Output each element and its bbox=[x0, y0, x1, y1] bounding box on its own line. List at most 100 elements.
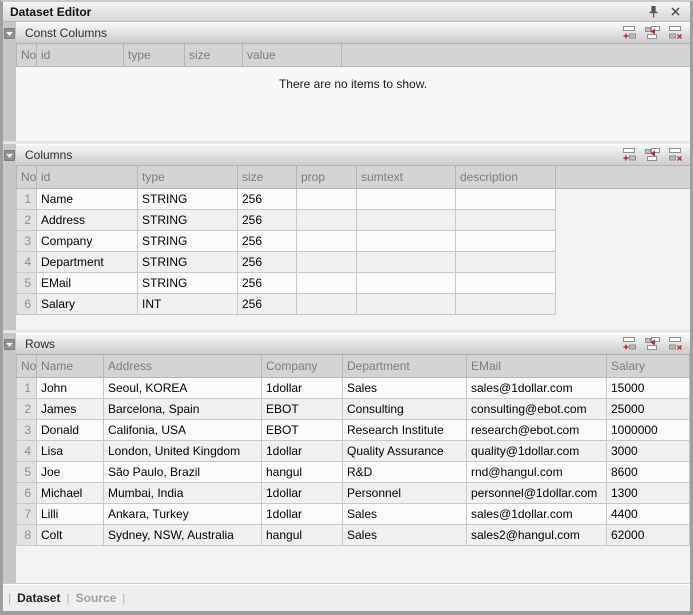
data-cell[interactable] bbox=[297, 293, 357, 314]
data-cell[interactable]: sales@1dollar.com bbox=[467, 377, 607, 398]
data-cell[interactable]: Lisa bbox=[37, 440, 104, 461]
data-cell[interactable]: STRING bbox=[138, 272, 238, 293]
data-cell[interactable]: Barcelona, Spain bbox=[104, 398, 262, 419]
data-cell[interactable]: 256 bbox=[238, 272, 297, 293]
data-cell[interactable]: Ankara, Turkey bbox=[104, 503, 262, 524]
data-cell[interactable]: Donald bbox=[37, 419, 104, 440]
pin-icon[interactable] bbox=[645, 4, 661, 19]
data-cell[interactable]: Research Institute bbox=[343, 419, 467, 440]
data-cell[interactable]: sales2@hangul.com bbox=[467, 524, 607, 545]
data-cell[interactable]: Califonia, USA bbox=[104, 419, 262, 440]
data-cell[interactable]: STRING bbox=[138, 188, 238, 209]
data-cell[interactable]: Colt bbox=[37, 524, 104, 545]
data-cell[interactable] bbox=[357, 293, 456, 314]
data-cell[interactable]: Address bbox=[37, 209, 138, 230]
data-cell[interactable]: Salary bbox=[37, 293, 138, 314]
data-cell[interactable]: rnd@hangul.com bbox=[467, 461, 607, 482]
data-cell[interactable] bbox=[456, 188, 556, 209]
data-cell[interactable] bbox=[456, 293, 556, 314]
data-cell[interactable] bbox=[357, 251, 456, 272]
add-row-icon[interactable] bbox=[620, 25, 638, 40]
data-cell[interactable]: 256 bbox=[238, 209, 297, 230]
data-cell[interactable]: 25000 bbox=[607, 398, 690, 419]
data-cell[interactable]: 256 bbox=[238, 230, 297, 251]
data-cell[interactable]: EBOT bbox=[262, 398, 343, 419]
data-cell[interactable]: INT bbox=[138, 293, 238, 314]
data-cell[interactable] bbox=[456, 209, 556, 230]
data-cell[interactable]: 256 bbox=[238, 293, 297, 314]
data-cell[interactable]: research@ebot.com bbox=[467, 419, 607, 440]
data-cell[interactable]: Consulting bbox=[343, 398, 467, 419]
data-cell[interactable]: Seoul, KOREA bbox=[104, 377, 262, 398]
data-cell[interactable]: John bbox=[37, 377, 104, 398]
data-cell[interactable]: London, United Kingdom bbox=[104, 440, 262, 461]
data-cell[interactable]: Personnel bbox=[343, 482, 467, 503]
data-cell[interactable]: Joe bbox=[37, 461, 104, 482]
data-cell[interactable]: quality@1dollar.com bbox=[467, 440, 607, 461]
data-cell[interactable]: Department bbox=[37, 251, 138, 272]
data-cell[interactable]: 1300 bbox=[607, 482, 690, 503]
data-cell[interactable]: São Paulo, Brazil bbox=[104, 461, 262, 482]
data-cell[interactable]: hangul bbox=[262, 524, 343, 545]
data-cell[interactable]: 62000 bbox=[607, 524, 690, 545]
delete-row-icon[interactable] bbox=[666, 25, 684, 40]
data-cell[interactable]: 1dollar bbox=[262, 503, 343, 524]
data-cell[interactable] bbox=[297, 251, 357, 272]
delete-row-icon[interactable] bbox=[666, 147, 684, 162]
data-cell[interactable]: Sales bbox=[343, 377, 467, 398]
data-cell[interactable]: 15000 bbox=[607, 377, 690, 398]
data-cell[interactable]: James bbox=[37, 398, 104, 419]
collapse-icon[interactable] bbox=[4, 28, 15, 39]
data-cell[interactable] bbox=[357, 272, 456, 293]
data-cell[interactable]: Name bbox=[37, 188, 138, 209]
data-cell[interactable]: Michael bbox=[37, 482, 104, 503]
data-cell[interactable] bbox=[456, 251, 556, 272]
data-cell[interactable]: consulting@ebot.com bbox=[467, 398, 607, 419]
tab-dataset[interactable]: Dataset bbox=[11, 591, 66, 605]
data-cell[interactable]: STRING bbox=[138, 209, 238, 230]
add-row-icon[interactable] bbox=[620, 147, 638, 162]
data-cell[interactable]: R&D bbox=[343, 461, 467, 482]
data-cell[interactable]: 8600 bbox=[607, 461, 690, 482]
data-cell[interactable]: 256 bbox=[238, 188, 297, 209]
collapse-icon[interactable] bbox=[4, 150, 15, 161]
insert-row-icon[interactable] bbox=[643, 147, 661, 162]
tab-source[interactable]: Source bbox=[70, 591, 123, 605]
data-cell[interactable] bbox=[456, 230, 556, 251]
delete-row-icon[interactable] bbox=[666, 336, 684, 351]
add-row-icon[interactable] bbox=[620, 336, 638, 351]
data-cell[interactable]: Mumbai, India bbox=[104, 482, 262, 503]
data-cell[interactable] bbox=[357, 209, 456, 230]
insert-row-icon[interactable] bbox=[643, 336, 661, 351]
data-cell[interactable] bbox=[297, 272, 357, 293]
insert-row-icon[interactable] bbox=[643, 25, 661, 40]
data-cell[interactable]: Lilli bbox=[37, 503, 104, 524]
data-cell[interactable]: Quality Assurance bbox=[343, 440, 467, 461]
data-cell[interactable]: 256 bbox=[238, 251, 297, 272]
data-cell[interactable]: Sales bbox=[343, 524, 467, 545]
data-cell[interactable]: EMail bbox=[37, 272, 138, 293]
data-cell[interactable]: Sydney, NSW, Australia bbox=[104, 524, 262, 545]
data-cell[interactable]: sales@1dollar.com bbox=[467, 503, 607, 524]
data-cell[interactable]: 1000000 bbox=[607, 419, 690, 440]
data-cell[interactable]: EBOT bbox=[262, 419, 343, 440]
data-cell[interactable] bbox=[297, 188, 357, 209]
data-cell[interactable]: hangul bbox=[262, 461, 343, 482]
data-cell[interactable]: STRING bbox=[138, 251, 238, 272]
data-cell[interactable]: STRING bbox=[138, 230, 238, 251]
collapse-icon[interactable] bbox=[4, 339, 15, 350]
data-cell[interactable]: Company bbox=[37, 230, 138, 251]
data-cell[interactable] bbox=[297, 230, 357, 251]
data-cell[interactable]: personnel@1dollar.com bbox=[467, 482, 607, 503]
data-cell[interactable]: Sales bbox=[343, 503, 467, 524]
close-icon[interactable] bbox=[667, 4, 683, 19]
data-cell[interactable]: 1dollar bbox=[262, 482, 343, 503]
data-cell[interactable]: 4400 bbox=[607, 503, 690, 524]
data-cell[interactable]: 1dollar bbox=[262, 440, 343, 461]
data-cell[interactable] bbox=[357, 188, 456, 209]
data-cell[interactable]: 3000 bbox=[607, 440, 690, 461]
data-cell[interactable] bbox=[297, 209, 357, 230]
data-cell[interactable] bbox=[456, 272, 556, 293]
data-cell[interactable]: 1dollar bbox=[262, 377, 343, 398]
data-cell[interactable] bbox=[357, 230, 456, 251]
